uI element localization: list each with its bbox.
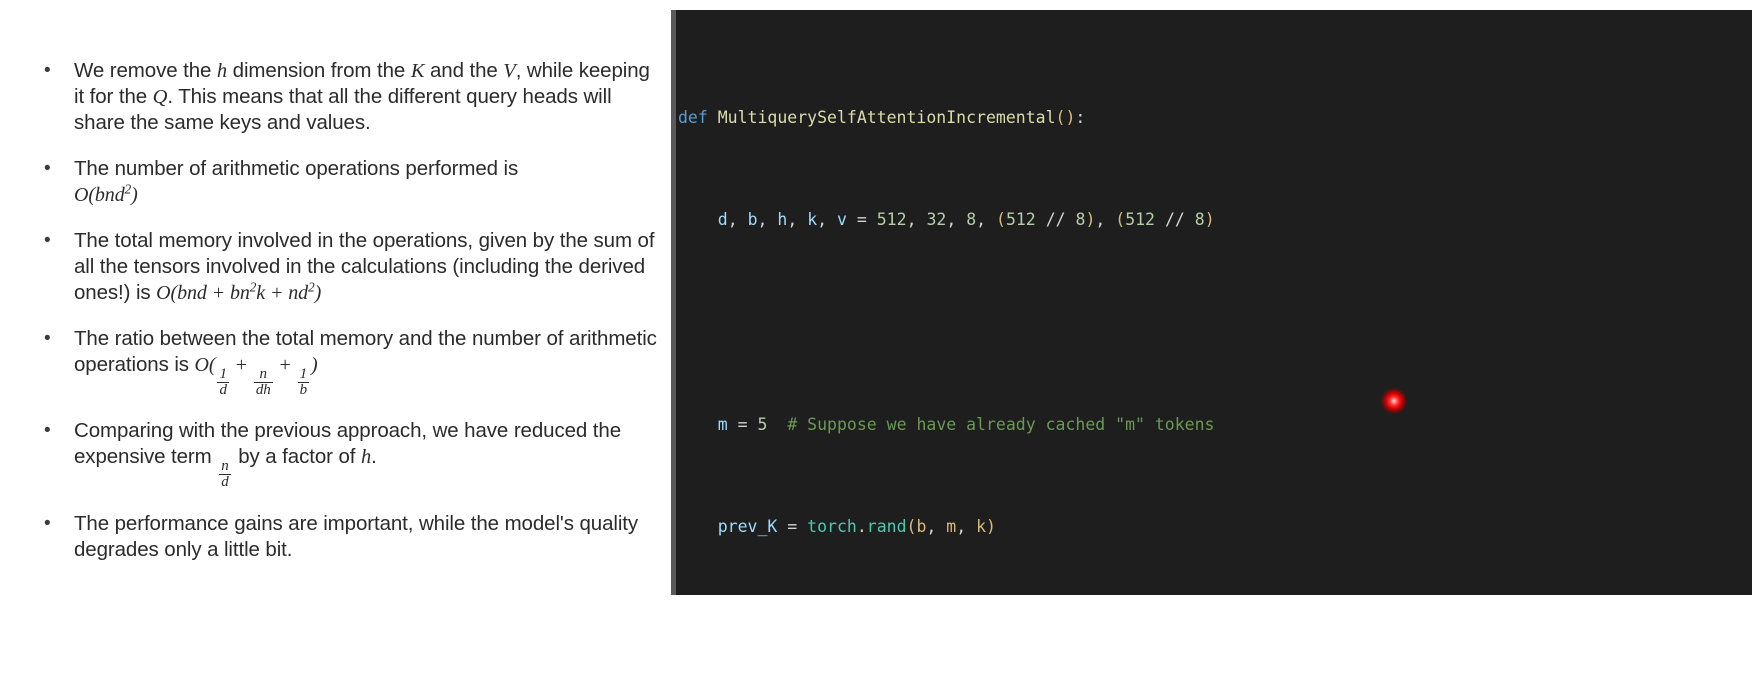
code-line-3-blank <box>678 310 1752 336</box>
fraction-1-over-b: 1b <box>297 365 310 399</box>
code-line-1: def MultiquerySelfAttentionIncremental()… <box>678 107 1086 127</box>
formula-total-memory: O(bnd + bn2k + nd2) <box>156 279 322 304</box>
bullet-text-total-memory: The total memory involved in the operati… <box>74 228 660 306</box>
bullet-item-memory-to-arithmetic-ratio: • The ratio between the total memory and… <box>40 326 660 398</box>
bullet-marker-icon: • <box>44 60 51 81</box>
math-Q: Q <box>152 86 168 108</box>
fraction-n-over-dh: n dh <box>253 365 273 399</box>
bullet-1-seg-2: and the <box>424 59 504 82</box>
bullet-item-total-memory: • The total memory involved in the opera… <box>40 228 660 306</box>
bullet-marker-icon: • <box>44 158 51 179</box>
math-V: V <box>503 60 516 82</box>
bullet-text-performance-gains: The performance gains are important, whi… <box>74 511 639 561</box>
bullet-5-tail: by a factor of <box>238 445 356 469</box>
bullet-item-arithmetic-operations-count: • The number of arithmetic operations pe… <box>40 156 660 208</box>
bullet-list: • We remove the h dimension from the K a… <box>40 58 660 583</box>
code-line-2: d, b, h, k, v = 512, 32, 8, (512 // 8), … <box>717 210 1215 230</box>
math-h-factor: h <box>360 446 372 469</box>
fraction-1-over-d: 1d <box>217 365 229 399</box>
bullet-2-lead: The number of arithmetic operations perf… <box>74 157 519 180</box>
code-line-4: m = 5 # Suppose we have already cached "… <box>717 414 1215 434</box>
math-h: h <box>216 60 228 82</box>
bullet-item-performance-gains: • The performance gains are important, w… <box>40 511 660 563</box>
panel-left-accent-bar <box>671 10 676 595</box>
slide-canvas: • We remove the h dimension from the K a… <box>0 0 1752 675</box>
bullet-1-seg-0: We remove the <box>74 59 217 82</box>
math-K: K <box>410 60 425 82</box>
bullet-item-comparison-previous-approach: • Comparing with the previous approach, … <box>40 418 660 490</box>
bullet-marker-icon: • <box>44 420 51 442</box>
code-editor-panel[interactable]: def MultiquerySelfAttentionIncremental()… <box>671 10 1752 595</box>
bullet-text-remove-h-dimension: We remove the h dimension from the K and… <box>74 58 660 136</box>
formula-bnd-squared: O(bnd2) <box>74 181 138 206</box>
formula-ratio: O(1 d + n dh + 1 b) <box>194 354 318 399</box>
bullet-1-seg-1: dimension from the <box>227 59 411 82</box>
slide-bottom-margin <box>0 596 1752 675</box>
fraction-n-over-d: nd <box>219 458 231 491</box>
bullet-4-lead: The ratio between the total memory and t… <box>74 327 657 376</box>
bullet-text-arithmetic-operations-count: The number of arithmetic operations perf… <box>74 156 660 208</box>
bullet-marker-icon: • <box>44 328 51 349</box>
plus-sign-2: + <box>274 354 296 376</box>
bullet-marker-icon: • <box>44 230 51 251</box>
code-content[interactable]: def MultiquerySelfAttentionIncremental()… <box>678 28 1752 595</box>
bullet-5-period: . <box>371 445 377 469</box>
bullet-item-remove-h-dimension: • We remove the h dimension from the K a… <box>40 58 660 136</box>
bullet-text-comparison-previous-approach: Comparing with the previous approach, we… <box>74 418 660 490</box>
bullet-marker-icon: • <box>44 512 51 534</box>
bullet-text-memory-to-arithmetic-ratio: The ratio between the total memory and t… <box>74 326 660 398</box>
code-line-5: prev_K = torch.rand(b, m, k) <box>717 517 996 537</box>
plus-sign-1: + <box>230 354 252 376</box>
